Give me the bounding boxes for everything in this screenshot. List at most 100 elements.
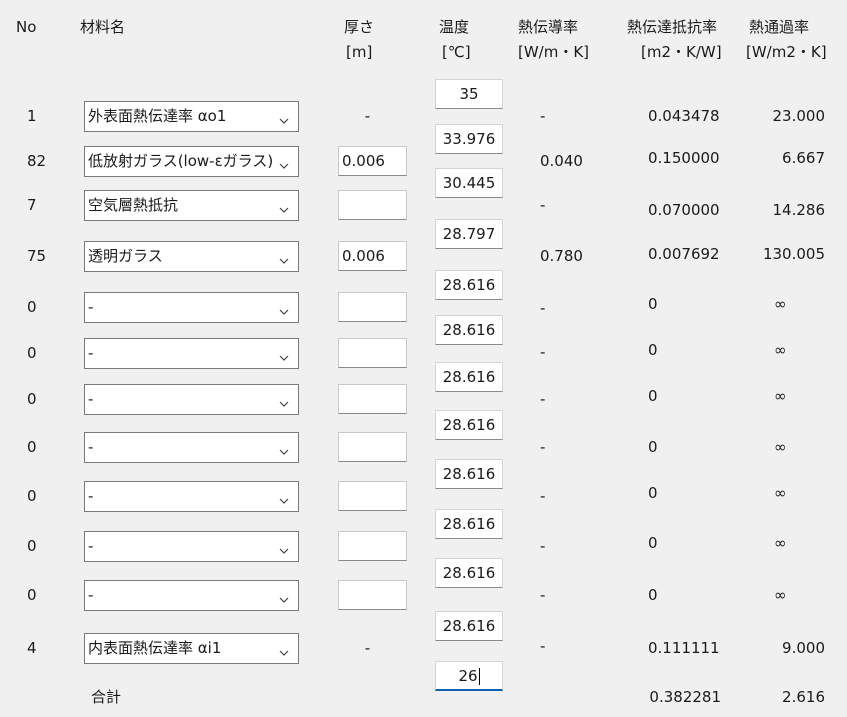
transmittance-value: ∞ xyxy=(774,586,787,604)
thickness-input[interactable]: 0.006 xyxy=(338,241,407,271)
row-no: 82 xyxy=(27,152,47,170)
transmittance-value: ∞ xyxy=(774,484,787,502)
temperature-value: 28.616 xyxy=(442,564,496,582)
resistance-value: 0 xyxy=(648,438,658,456)
thickness-input[interactable] xyxy=(338,292,407,322)
material-select[interactable]: - xyxy=(84,580,299,611)
chevron-down-icon xyxy=(279,349,289,361)
chevron-down-icon xyxy=(279,443,289,455)
material-select-value: - xyxy=(88,586,94,604)
material-select-value: - xyxy=(88,344,94,362)
conductivity-value: - xyxy=(540,390,546,408)
header-transmittance: 熱通過率 xyxy=(749,18,810,36)
conductivity-value: - xyxy=(540,537,546,555)
conductivity-value: - xyxy=(540,107,546,125)
resistance-value: 0 xyxy=(648,586,658,604)
material-select[interactable]: - xyxy=(84,338,299,369)
text-caret xyxy=(478,668,480,685)
material-select[interactable]: 外表面熱伝達率 αo1 xyxy=(84,101,299,132)
transmittance-value: 23.000 xyxy=(772,107,826,125)
temperature-input[interactable]: 28.616 xyxy=(435,558,503,588)
resistance-value: 0.111111 xyxy=(648,639,720,657)
resistance-value: 0.150000 xyxy=(648,149,720,167)
conductivity-value: - xyxy=(540,586,546,604)
temperature-input[interactable]: 28.616 xyxy=(435,509,503,539)
header-resistance: 熱伝達抵抗率 xyxy=(627,18,718,36)
chevron-down-icon xyxy=(279,395,289,407)
header-no: No xyxy=(16,18,37,36)
chevron-down-icon xyxy=(279,492,289,504)
row-no: 4 xyxy=(27,639,37,657)
header-conductivity-unit: [W/m・K] xyxy=(518,43,590,61)
temperature-value: 28.616 xyxy=(442,368,496,386)
header-resistance-unit: [m2・K/W] xyxy=(641,43,722,61)
thickness-input[interactable] xyxy=(338,190,407,220)
material-select[interactable]: - xyxy=(84,384,299,415)
temperature-input[interactable]: 35 xyxy=(435,79,503,109)
material-select-value: 内表面熱伝達率 αi1 xyxy=(88,639,222,657)
thickness-input[interactable] xyxy=(338,531,407,561)
temperature-value: 28.616 xyxy=(442,617,496,635)
transmittance-value: 6.667 xyxy=(782,149,825,167)
temperature-input[interactable]: 28.616 xyxy=(435,410,503,440)
transmittance-value: ∞ xyxy=(774,438,787,456)
material-select[interactable]: 空気層熱抵抗 xyxy=(84,190,299,221)
thickness-input[interactable]: 0.006 xyxy=(338,146,407,176)
row-no: 0 xyxy=(27,438,37,456)
material-select-value: - xyxy=(88,390,94,408)
thickness-value: - xyxy=(364,107,371,125)
temperature-input[interactable]: 33.976 xyxy=(435,124,503,154)
chevron-down-icon xyxy=(279,157,289,169)
transmittance-value: ∞ xyxy=(774,341,787,359)
temperature-input[interactable]: 28.616 xyxy=(435,315,503,345)
temperature-value: 28.616 xyxy=(442,321,496,339)
material-select[interactable]: - xyxy=(84,432,299,463)
material-select[interactable]: - xyxy=(84,292,299,323)
resistance-value: 0.043478 xyxy=(648,107,720,125)
conductivity-value: - xyxy=(540,196,546,214)
thickness-input[interactable] xyxy=(338,384,407,414)
temperature-input[interactable]: 30.445 xyxy=(435,168,503,198)
row-no: 0 xyxy=(27,298,37,316)
material-select[interactable]: 内表面熱伝達率 αi1 xyxy=(84,633,299,664)
material-select[interactable]: 低放射ガラス(low-εガラス) xyxy=(84,146,299,177)
thickness-input[interactable] xyxy=(338,481,407,511)
chevron-down-icon xyxy=(279,591,289,603)
transmittance-value: ∞ xyxy=(774,387,787,405)
material-select-value: - xyxy=(88,298,94,316)
temperature-input[interactable]: 28.616 xyxy=(435,611,503,641)
temperature-value: 28.616 xyxy=(442,465,496,483)
temperature-value: 30.445 xyxy=(442,174,496,192)
resistance-value: 0 xyxy=(648,484,658,502)
thickness-input[interactable] xyxy=(338,338,407,368)
total-label: 合計 xyxy=(91,688,122,706)
temperature-input[interactable]: 28.616 xyxy=(435,362,503,392)
conductivity-value: 0.780 xyxy=(540,247,583,265)
row-no: 0 xyxy=(27,344,37,362)
total-transmittance: 2.616 xyxy=(782,688,825,706)
temperature-input[interactable]: 28.616 xyxy=(435,270,503,300)
material-select-value: - xyxy=(88,537,94,555)
header-thickness: 厚さ xyxy=(344,18,375,36)
header-transmittance-unit: [W/m2・K] xyxy=(746,43,827,61)
transmittance-value: ∞ xyxy=(774,534,787,552)
temperature-input[interactable]: 28.616 xyxy=(435,459,503,489)
temperature-input[interactable]: 26 xyxy=(435,661,503,691)
row-no: 0 xyxy=(27,390,37,408)
temperature-value: 28.616 xyxy=(442,515,496,533)
resistance-value: 0 xyxy=(648,341,658,359)
chevron-down-icon xyxy=(279,542,289,554)
material-select-value: 透明ガラス xyxy=(88,247,163,265)
thickness-input[interactable] xyxy=(338,580,407,610)
material-select[interactable]: - xyxy=(84,531,299,562)
temperature-value: 35 xyxy=(459,85,479,103)
row-no: 0 xyxy=(27,586,37,604)
temperature-input[interactable]: 28.797 xyxy=(435,219,503,249)
material-select[interactable]: 透明ガラス xyxy=(84,241,299,272)
material-select-value: 低放射ガラス(low-εガラス) xyxy=(88,152,274,170)
total-resistance: 0.382281 xyxy=(649,688,721,706)
chevron-down-icon xyxy=(279,201,289,213)
thickness-input[interactable] xyxy=(338,432,407,462)
temperature-value: 33.976 xyxy=(442,130,496,148)
material-select[interactable]: - xyxy=(84,481,299,512)
